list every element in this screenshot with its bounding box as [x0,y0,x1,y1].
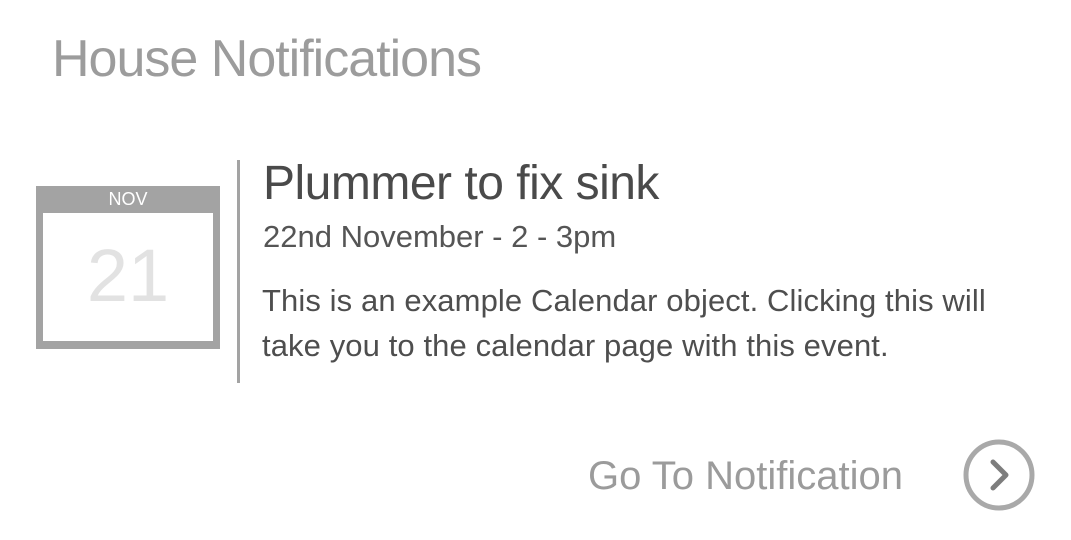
calendar-month: NOV [108,189,148,209]
calendar-body: 21 [43,213,213,341]
chevron-right-circle-icon[interactable] [962,438,1036,512]
page-title: House Notifications [52,30,482,88]
go-to-notification-link[interactable]: Go To Notification [588,430,1048,520]
calendar-date-icon: NOV 21 [36,186,220,349]
event-title[interactable]: Plummer to fix sink [263,155,659,213]
event-description[interactable]: This is an example Calendar object. Clic… [262,278,1042,368]
calendar-day: 21 [86,234,170,317]
vertical-divider [237,160,240,383]
event-time: 22nd November - 2 - 3pm [263,219,617,254]
go-to-notification-label[interactable]: Go To Notification [588,452,903,500]
